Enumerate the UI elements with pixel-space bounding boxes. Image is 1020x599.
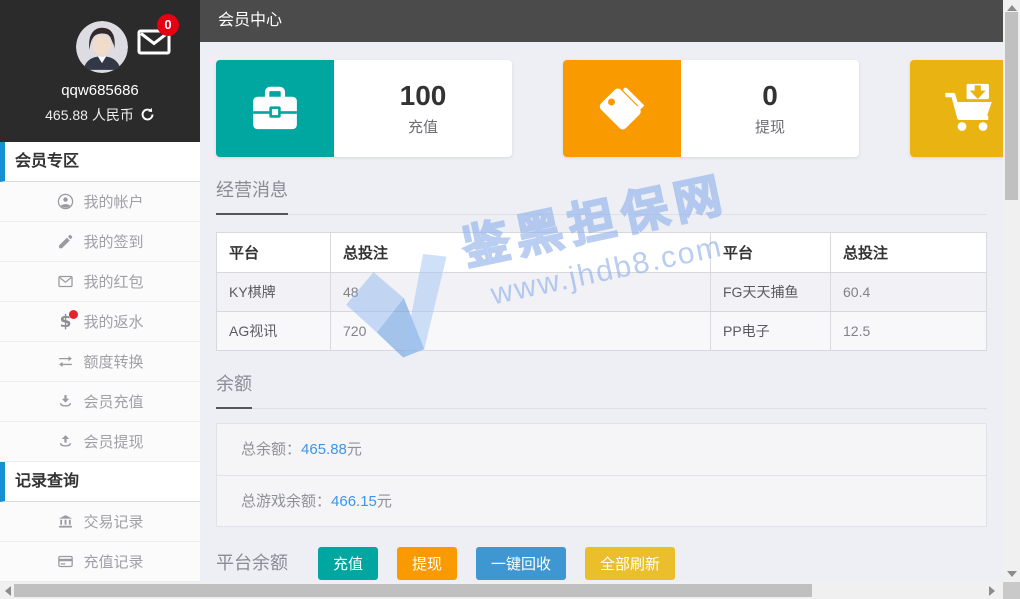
unit: 元	[347, 441, 362, 458]
table-row: KY棋牌 48 FG天天捕鱼 60.4	[217, 273, 987, 312]
cell: 60.4	[831, 273, 987, 312]
sidebar-section-records: 记录查询	[0, 462, 200, 502]
sidebar-item-label: 我的红包	[83, 271, 143, 292]
card-body: 0 提现	[681, 60, 859, 157]
withdraw-card[interactable]: 0 提现	[563, 60, 859, 157]
vertical-scrollbar[interactable]	[1003, 0, 1020, 582]
avatar	[76, 21, 128, 73]
sidebar-item-my-account[interactable]: 我的帐户	[0, 182, 200, 222]
deposit-icon	[56, 393, 74, 411]
scroll-down-arrow[interactable]	[1007, 571, 1017, 577]
message-count-badge: 0	[157, 14, 179, 36]
sidebar-item-label: 交易记录	[83, 511, 143, 532]
user-panel: 0 qqw685686 465.88 人民币	[0, 0, 200, 142]
total-game-balance-value: 466.15	[331, 493, 377, 510]
cell: 720	[331, 312, 711, 351]
bank-icon	[56, 513, 74, 531]
pencil-icon	[56, 233, 74, 251]
username: qqw685686	[0, 82, 200, 99]
business-table: 平台 总投注 平台 总投注 KY棋牌 48 FG天天捕鱼 60.4 AG视讯 7…	[216, 232, 987, 351]
scrollbar-corner	[1003, 582, 1020, 599]
balance-section-header: 余额	[216, 370, 987, 409]
sidebar-item-my-rebate[interactable]: $ 我的返水	[0, 302, 200, 342]
platform-balance-header: 平台余额 充值 提现 一键回收 全部刷新	[216, 547, 987, 582]
horizontal-scrollbar[interactable]	[0, 582, 1003, 599]
user-icon	[56, 193, 74, 211]
sidebar-item-label: 我的签到	[83, 231, 143, 252]
sidebar-item-my-checkin[interactable]: 我的签到	[0, 222, 200, 262]
col-total-bet: 总投注	[331, 233, 711, 273]
total-balance-label: 总余额：	[241, 441, 301, 458]
withdraw-icon	[56, 433, 74, 451]
sidebar-item-label: 我的返水	[83, 311, 143, 332]
total-game-balance-row: 总游戏余额：466.15元	[217, 475, 986, 526]
sidebar-item-member-withdraw[interactable]: 会员提现	[0, 422, 200, 462]
one-key-recycle-button[interactable]: 一键回收	[476, 547, 566, 580]
balance-box: 总余额：465.88元 总游戏余额：466.15元	[216, 423, 987, 527]
col-total-bet: 总投注	[831, 233, 987, 273]
cell: KY棋牌	[217, 273, 331, 312]
sidebar-item-my-redpacket[interactable]: 我的红包	[0, 262, 200, 302]
scroll-right-arrow[interactable]	[989, 586, 995, 596]
sidebar-item-transaction-records[interactable]: 交易记录	[0, 502, 200, 542]
withdraw-value: 0	[762, 80, 778, 112]
withdraw-label: 提现	[755, 116, 785, 137]
cell: FG天天捕鱼	[711, 273, 831, 312]
total-balance-row: 总余额：465.88元	[217, 424, 986, 475]
main-area: 会员中心 100 充值	[200, 0, 1003, 582]
scroll-up-arrow[interactable]	[1007, 5, 1017, 11]
sidebar-item-member-deposit[interactable]: 会员充值	[0, 382, 200, 422]
card-body: 100 充值	[334, 60, 512, 157]
refresh-all-button[interactable]: 全部刷新	[585, 547, 675, 580]
envelope-icon	[56, 273, 74, 291]
table-row: AG视讯 720 PP电子 12.5	[217, 312, 987, 351]
withdraw-button[interactable]: 提现	[397, 547, 457, 580]
dollar-icon: $	[56, 313, 74, 331]
sidebar-item-label: 会员充值	[83, 391, 143, 412]
deposit-label: 充值	[408, 116, 438, 137]
balance-section-title: 余额	[216, 370, 252, 409]
cell: 12.5	[831, 312, 987, 351]
table-header-row: 平台 总投注 平台 总投注	[217, 233, 987, 273]
cart-arrow-down-icon	[910, 60, 1003, 157]
total-balance-value: 465.88	[301, 441, 347, 458]
sidebar-item-label: 我的帐户	[83, 191, 143, 212]
vertical-scrollbar-thumb[interactable]	[1005, 12, 1018, 200]
platform-balance-title: 平台余额	[216, 549, 288, 582]
sidebar-item-quota-transfer[interactable]: 额度转换	[0, 342, 200, 382]
sidebar-section-member: 会员专区	[0, 142, 200, 182]
recycle-card[interactable]	[910, 60, 1003, 157]
user-balance-text: 465.88 人民币	[45, 107, 134, 123]
cell: PP电子	[711, 312, 831, 351]
briefcase-icon	[216, 60, 334, 157]
exchange-icon	[56, 353, 74, 371]
sidebar: 0 qqw685686 465.88 人民币 会员专区 我的帐户 我的签到 我的…	[0, 0, 200, 582]
sidebar-item-label: 会员提现	[83, 431, 143, 452]
sidebar-item-label: 充值记录	[83, 551, 143, 572]
cell: AG视讯	[217, 312, 331, 351]
credit-card-icon	[56, 553, 74, 571]
stat-cards-row: 100 充值 0 提现	[216, 60, 987, 157]
refresh-icon[interactable]	[140, 107, 155, 122]
deposit-value: 100	[400, 80, 447, 112]
main-content: 100 充值 0 提现	[200, 60, 1003, 582]
horizontal-scrollbar-thumb[interactable]	[14, 584, 812, 597]
tags-icon	[563, 60, 681, 157]
deposit-card[interactable]: 100 充值	[216, 60, 512, 157]
page-title: 会员中心	[200, 0, 1003, 42]
business-section-title: 经营消息	[216, 176, 288, 215]
sidebar-item-label: 额度转换	[83, 351, 143, 372]
deposit-button[interactable]: 充值	[318, 547, 378, 580]
business-section-header: 经营消息	[216, 176, 987, 215]
cell: 48	[331, 273, 711, 312]
user-balance: 465.88 人民币	[0, 105, 200, 125]
scroll-left-arrow[interactable]	[5, 586, 11, 596]
unit: 元	[377, 493, 392, 510]
notification-dot	[69, 310, 78, 319]
total-game-balance-label: 总游戏余额：	[241, 493, 331, 510]
col-platform: 平台	[711, 233, 831, 273]
col-platform: 平台	[217, 233, 331, 273]
sidebar-item-deposit-records[interactable]: 充值记录	[0, 542, 200, 582]
